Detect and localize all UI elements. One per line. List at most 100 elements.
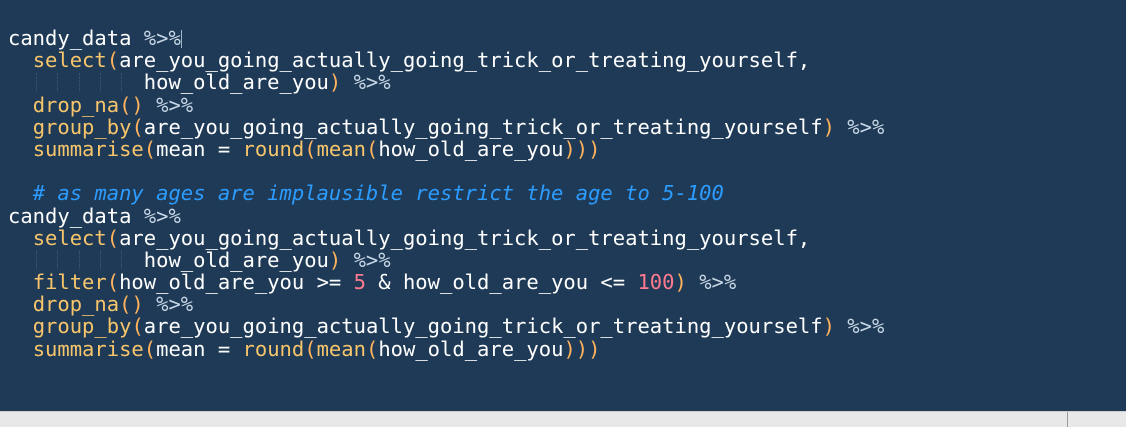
code-line[interactable]: how_old_are_you) %>% (8, 71, 1126, 93)
code-editor[interactable]: candy_data %>% select(are_you_going_actu… (0, 0, 1126, 427)
code-line[interactable]: select(are_you_going_actually_going_tric… (8, 227, 1126, 249)
code-token: ) (328, 70, 342, 95)
code-token: %>% (353, 247, 391, 272)
code-token: how_old_are_you >= (119, 270, 354, 295)
indent-guide (100, 250, 101, 269)
code-line[interactable]: drop_na() %>% (8, 92, 1126, 117)
indent-guide (36, 250, 37, 269)
code-token: candy_data (8, 26, 144, 50)
code-token: %>% (143, 203, 181, 228)
code-token: %>% (143, 26, 181, 50)
code-line[interactable]: candy_data %>% (8, 203, 1126, 228)
code-token: ))) (563, 136, 601, 161)
scrollbar-divider (1067, 412, 1068, 427)
indent-guide (36, 73, 37, 92)
code-token: filter (32, 270, 107, 295)
code-token: select (32, 225, 107, 250)
code-line[interactable]: select(are_you_going_actually_going_tric… (8, 49, 1126, 71)
code-token: group_by (32, 114, 132, 139)
code-token: 5 (353, 270, 366, 295)
code-line[interactable]: how_old_are_you) %>% (8, 249, 1126, 271)
code-token: () (119, 292, 144, 317)
code-token: drop_na (32, 92, 120, 117)
code-token: & how_old_are_you <= (365, 270, 638, 295)
code-token: %>% (156, 92, 194, 117)
code-token: ( (106, 225, 120, 250)
code-token: how_old_are_you (378, 136, 564, 161)
code-token: summarise (32, 336, 144, 361)
indent-guide (79, 73, 80, 92)
code-line[interactable]: summarise(mean = round(mean(how_old_are_… (8, 138, 1126, 160)
code-token: ( (365, 336, 379, 361)
code-token: ) (674, 270, 687, 295)
code-token: ( (304, 336, 317, 361)
indent-guide (79, 250, 80, 269)
code-token: %>% (156, 292, 194, 317)
code-token: ( (131, 314, 144, 339)
code-token: ( (143, 336, 157, 361)
code-token: mean = (156, 336, 243, 361)
code-line[interactable] (8, 160, 1126, 182)
code-token: ))) (563, 336, 601, 361)
code-token: candy_data (8, 203, 144, 228)
code-token: round (242, 136, 305, 161)
indent-guide (100, 73, 101, 92)
code-token: ( (131, 114, 144, 139)
code-token: how_old_are_you (378, 336, 564, 361)
horizontal-scrollbar[interactable] (0, 411, 1126, 427)
code-token: ) (822, 314, 835, 339)
code-token: mean (316, 336, 366, 361)
code-token: %>% (847, 314, 885, 339)
code-token: round (242, 336, 305, 361)
code-token: ) (822, 114, 835, 139)
code-line[interactable]: group_by(are_you_going_actually_going_tr… (8, 116, 1126, 138)
code-line[interactable]: drop_na() %>% (8, 293, 1126, 315)
code-token: # as many ages are implausible restrict … (32, 181, 724, 206)
code-area[interactable]: candy_data %>% select(are_you_going_actu… (8, 27, 1126, 360)
code-token: are_you_going_actually_going_trick_or_tr… (119, 225, 811, 250)
code-line[interactable]: summarise(mean = round(mean(how_old_are_… (8, 338, 1126, 360)
code-token: ( (304, 136, 317, 161)
code-line[interactable]: candy_data %>% (8, 27, 1126, 49)
code-token: are_you_going_actually_going_trick_or_tr… (143, 314, 823, 339)
code-token: mean = (156, 136, 243, 161)
code-token: ( (106, 270, 120, 295)
code-token: ) (328, 247, 342, 272)
code-token: ( (365, 136, 379, 161)
code-token: ( (143, 136, 157, 161)
code-token: 100 (637, 270, 675, 295)
code-token: ( (106, 48, 120, 73)
code-token: () (119, 92, 144, 117)
indent-guide (121, 73, 122, 92)
code-token: summarise (32, 136, 144, 161)
code-token: %>% (847, 114, 885, 139)
code-line[interactable]: group_by(are_you_going_actually_going_tr… (8, 315, 1126, 337)
code-token: mean (316, 136, 366, 161)
code-token: group_by (32, 314, 132, 339)
code-token: %>% (699, 270, 737, 295)
code-token: select (32, 48, 107, 73)
code-line[interactable]: filter(how_old_are_you >= 5 & how_old_ar… (8, 271, 1126, 293)
code-token: %>% (353, 70, 391, 95)
code-token: are_you_going_actually_going_trick_or_tr… (119, 48, 811, 73)
text-cursor (180, 30, 182, 48)
code-line[interactable]: # as many ages are implausible restrict … (8, 182, 1126, 204)
indent-guide (57, 73, 58, 92)
